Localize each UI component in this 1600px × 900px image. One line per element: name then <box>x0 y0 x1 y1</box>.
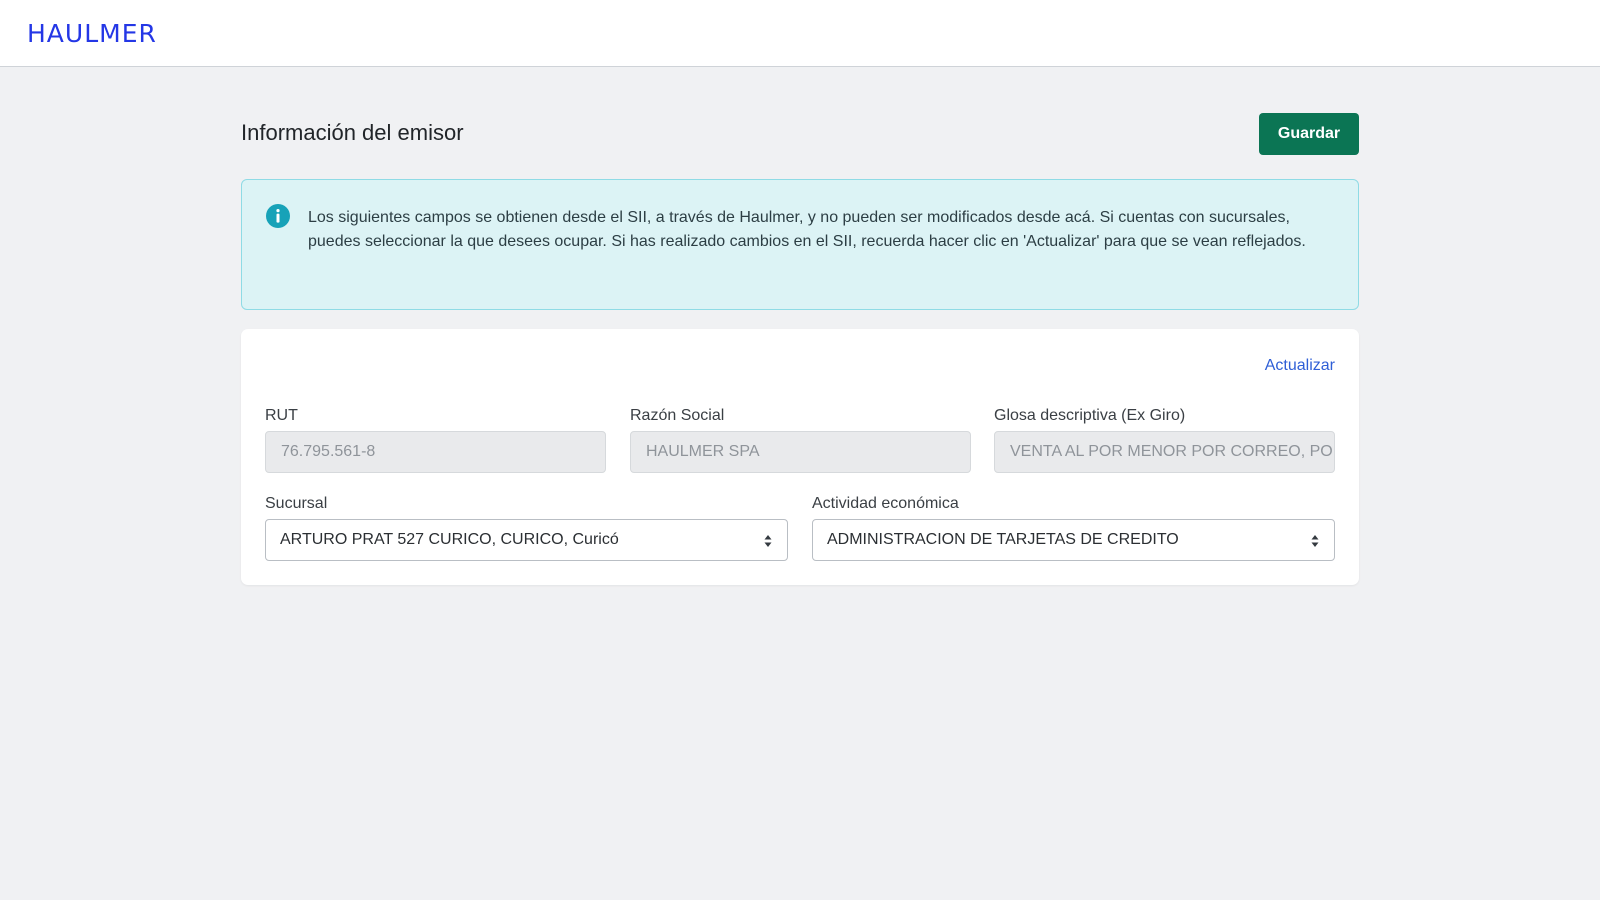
info-icon <box>266 204 290 228</box>
save-button[interactable]: Guardar <box>1259 113 1359 155</box>
refresh-link[interactable]: Actualizar <box>1265 357 1335 375</box>
chevron-updown-icon <box>764 535 772 547</box>
info-alert: Los siguientes campos se obtienen desde … <box>241 179 1359 310</box>
chevron-updown-icon <box>1311 535 1319 547</box>
page-title: Información del emisor <box>241 120 464 145</box>
actividad-select[interactable]: ADMINISTRACION DE TARJETAS DE CREDITO <box>812 519 1335 561</box>
top-navbar: HAULMER <box>0 0 1600 67</box>
razon-social-label: Razón Social <box>630 407 725 424</box>
actividad-label: Actividad económica <box>812 495 959 512</box>
glosa-label: Glosa descriptiva (Ex Giro) <box>994 407 1186 424</box>
sucursal-selected-value: ARTURO PRAT 527 CURICO, CURICO, Curicó <box>280 531 619 548</box>
sucursal-select[interactable]: ARTURO PRAT 527 CURICO, CURICO, Curicó <box>265 519 788 561</box>
actividad-selected-value: ADMINISTRACION DE TARJETAS DE CREDITO <box>827 531 1179 548</box>
razon-social-field: HAULMER SPA <box>630 431 971 473</box>
sucursal-label: Sucursal <box>265 495 328 512</box>
rut-field: 76.795.561-8 <box>265 431 606 473</box>
issuer-info-card: Actualizar RUT 76.795.561-8 Razón Social… <box>241 329 1359 585</box>
info-alert-text: Los siguientes campos se obtienen desde … <box>308 209 1306 250</box>
haulmer-logo[interactable]: HAULMER <box>27 19 157 48</box>
glosa-field: VENTA AL POR MENOR POR CORREO, POR INTER… <box>994 431 1335 473</box>
rut-label: RUT <box>265 407 298 424</box>
